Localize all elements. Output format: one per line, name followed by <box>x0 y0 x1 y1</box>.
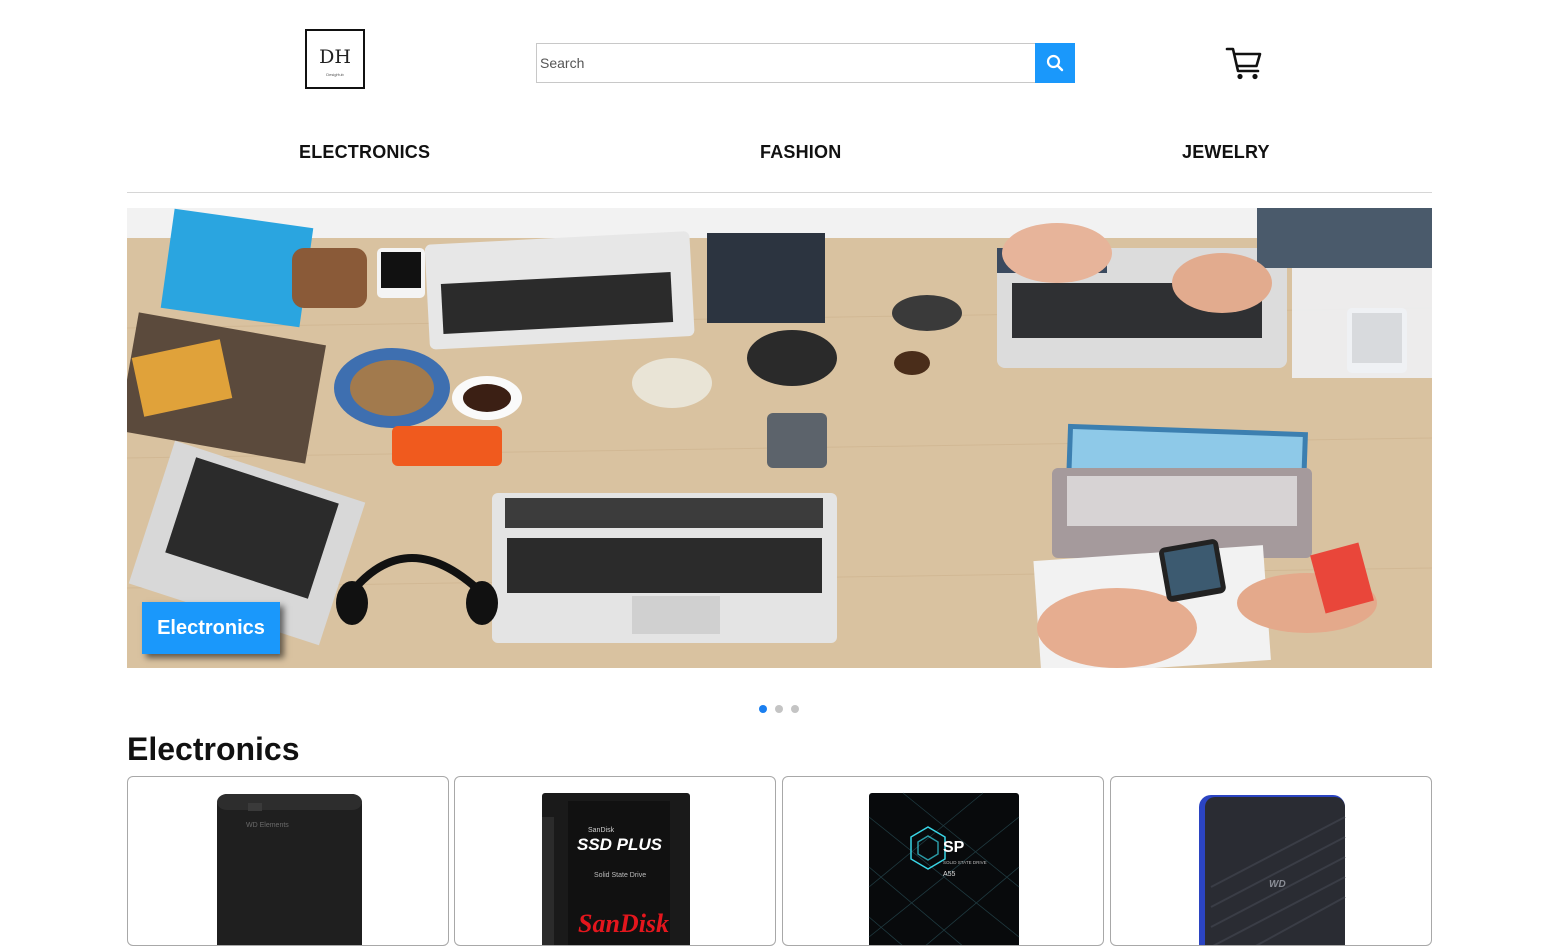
solid-state-label: Solid State Drive <box>594 872 646 879</box>
search-form <box>536 43 1075 83</box>
wd-elements-label: WD Elements <box>246 822 289 829</box>
search-input[interactable] <box>536 43 1035 83</box>
search-icon <box>1046 54 1064 72</box>
carousel-dots <box>759 705 799 713</box>
workspace-photo <box>127 208 1432 668</box>
search-button[interactable] <box>1035 43 1075 83</box>
carousel-dot-3[interactable] <box>791 705 799 713</box>
logo-monogram: DH <box>319 46 351 68</box>
sandisk-small-label: SanDisk <box>588 827 615 834</box>
carousel-dot-2[interactable] <box>775 705 783 713</box>
product-card-4[interactable]: WD <box>1110 776 1432 946</box>
nav-link-fashion[interactable]: FASHION <box>760 142 841 163</box>
carousel-dot-1[interactable] <box>759 705 767 713</box>
product-image-sandisk-ssd: SanDisk SSD PLUS Solid State Drive SanDi… <box>542 793 690 945</box>
product-image-wd-gaming: WD <box>1199 795 1346 945</box>
product-card-3[interactable]: SP SOLID STATE DRIVE A55 <box>782 776 1104 946</box>
product-card-1[interactable]: WD Elements <box>127 776 449 946</box>
ssd-plus-label: SSD PLUS <box>577 835 663 854</box>
cart-icon <box>1225 47 1262 80</box>
hero-category-badge[interactable]: Electronics <box>142 602 280 654</box>
nav-link-jewelry[interactable]: JEWELRY <box>1182 142 1270 163</box>
wd-gaming-logo-label: WD <box>1269 879 1286 890</box>
logo-tagline: DesigHub <box>326 72 344 77</box>
nav-divider <box>127 192 1432 193</box>
hero-banner-image[interactable] <box>127 208 1432 668</box>
nav-link-electronics[interactable]: ELECTRONICS <box>299 142 430 163</box>
site-logo[interactable]: DH DesigHub <box>305 29 365 89</box>
section-title: Electronics <box>127 731 300 767</box>
product-image-wd-elements: WD Elements <box>217 794 362 945</box>
product-image-silicon-power-ssd: SP SOLID STATE DRIVE A55 <box>868 792 1020 945</box>
cart-button[interactable] <box>1225 44 1263 82</box>
sp-model-label: A55 <box>943 871 956 878</box>
sp-solid-state-label: SOLID STATE DRIVE <box>943 860 987 865</box>
sp-logo-label: SP <box>943 839 965 856</box>
product-card-2[interactable]: SanDisk SSD PLUS Solid State Drive SanDi… <box>454 776 776 946</box>
